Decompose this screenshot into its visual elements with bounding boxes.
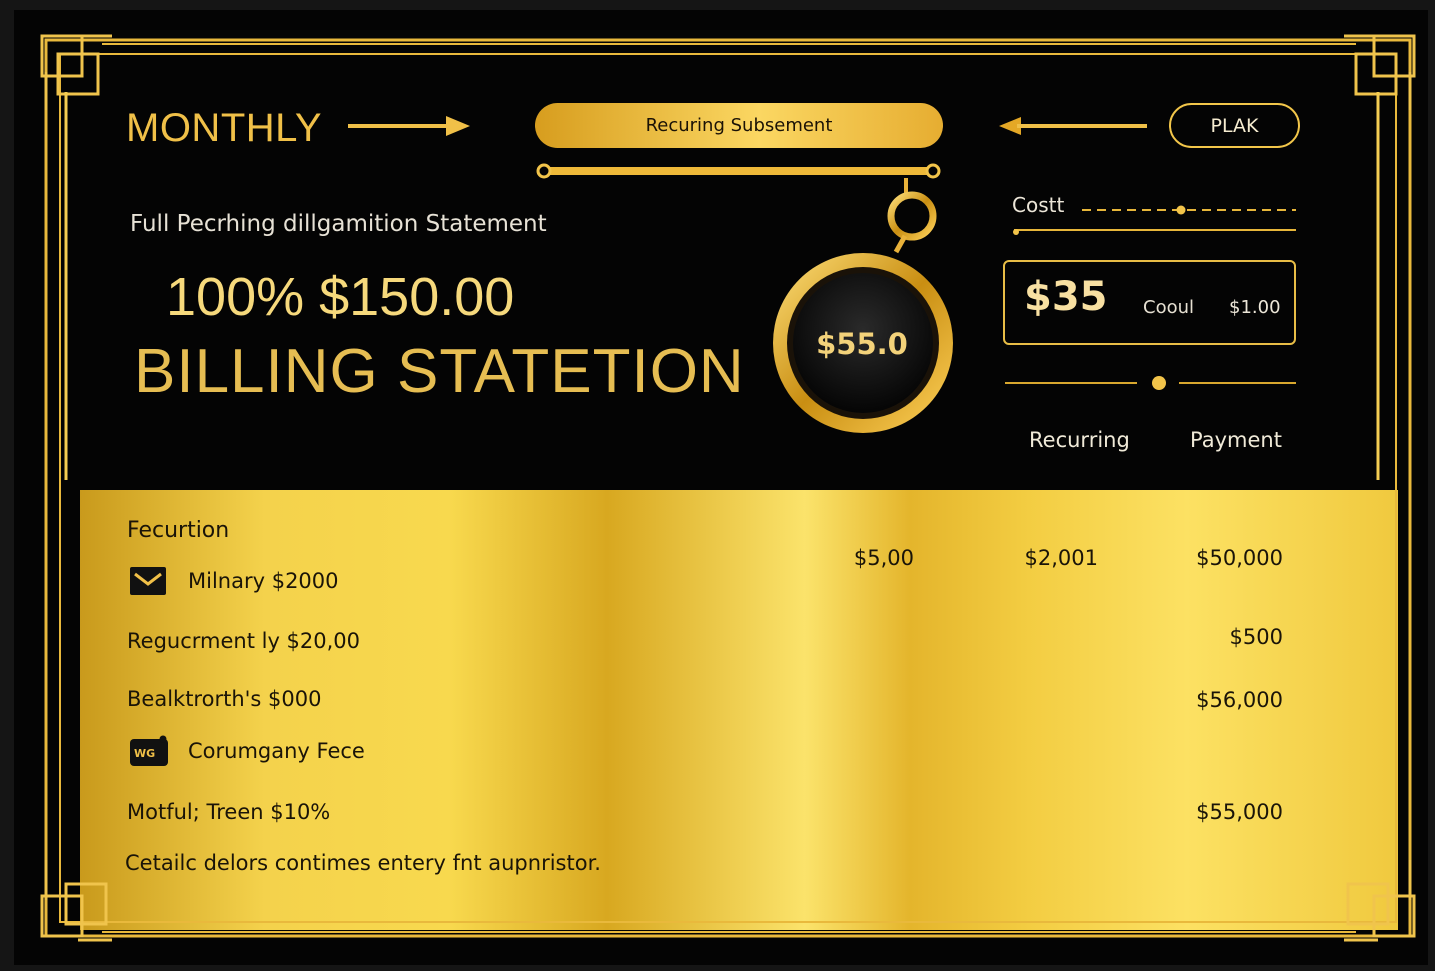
headline-amount: 100% $150.00 [166, 267, 515, 327]
amount-sub-value: $1.00 [1229, 297, 1281, 318]
row-3-label: Bealktrorth's $000 [127, 687, 322, 711]
row-1-col3: $50,000 [1196, 546, 1283, 570]
amount-sub-label: Cooul [1143, 297, 1195, 318]
footnote: Cetailc delors contimes entery fnt aupnr… [125, 851, 601, 875]
arrow-left-icon [999, 117, 1147, 135]
row-1-col2: $2,001 [1024, 546, 1098, 570]
column-payment-label: Payment [1190, 428, 1282, 452]
row-2-col3: $500 [1229, 625, 1283, 649]
envelope-icon [130, 567, 166, 595]
row-2-label: Regucrment ly $20,00 [127, 629, 361, 653]
recurring-subscription-button[interactable]: Recuring Subsement [535, 103, 943, 148]
section-title: Fecurtion [127, 518, 230, 543]
headline-title: BILLING STATETION [134, 337, 745, 406]
row-5-col3: $55,000 [1196, 800, 1283, 824]
medallion-pendant [773, 178, 953, 433]
arrow-right-icon [348, 116, 470, 136]
row-5-label: Motful; Treen $10% [127, 800, 331, 824]
row-1-label: Milnary $2000 [188, 569, 339, 593]
row-4-label: Corumgany Fece [188, 739, 365, 763]
amount-value: $35 [1024, 274, 1108, 320]
payment-slider[interactable] [1003, 372, 1298, 394]
row-1-col1: $5,00 [853, 546, 914, 570]
row-3-col3: $56,000 [1196, 688, 1283, 712]
monthly-title: MONTHLY [126, 106, 323, 150]
card-wallet-icon: WG [130, 735, 168, 766]
pendant-value: $55.0 [816, 327, 908, 361]
plak-button[interactable]: PLAK [1169, 103, 1300, 148]
svg-text:WG: WG [134, 747, 155, 760]
statement-subtitle: Full Pecrhing dillgamition Statement [130, 211, 547, 237]
cost-slider[interactable] [1008, 200, 1298, 240]
column-recurring-label: Recurring [1029, 428, 1130, 452]
page-background: MONTHLY Recuring Subsement PLAK Full Pec… [0, 0, 1435, 971]
